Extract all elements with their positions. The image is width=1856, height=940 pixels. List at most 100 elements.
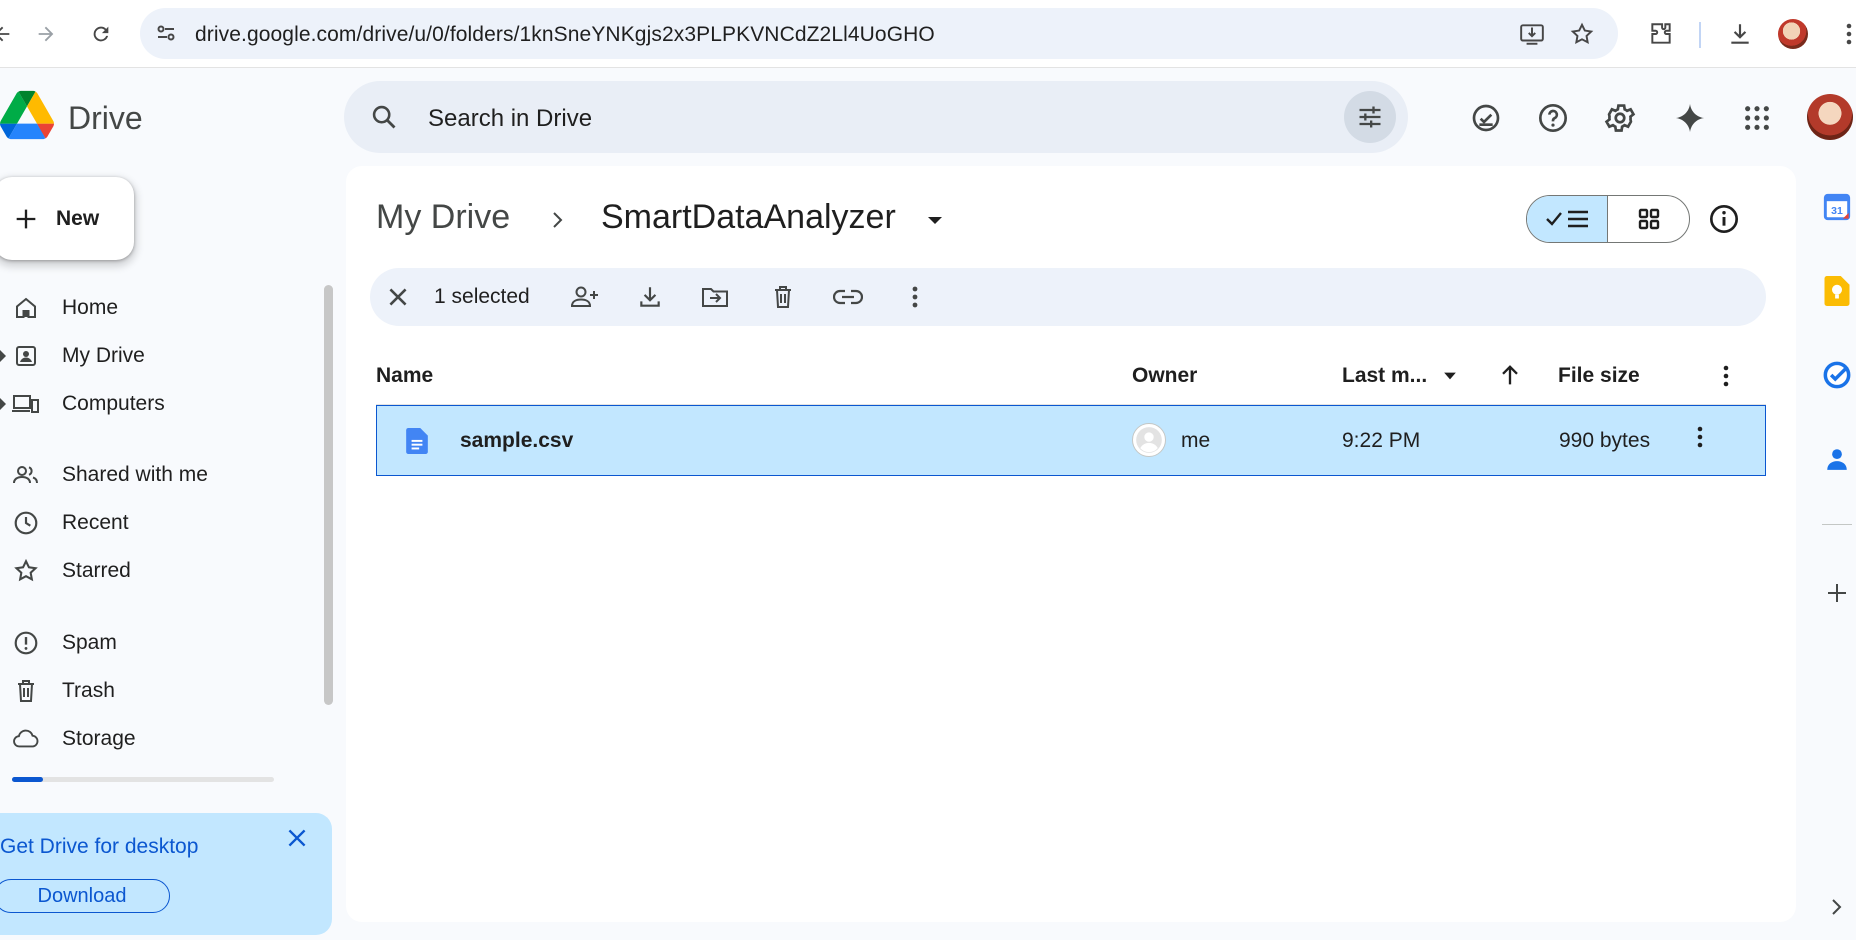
sidebar-item-label: My Drive <box>62 344 145 367</box>
selection-count: 1 selected <box>434 285 530 308</box>
chevron-right-icon <box>548 207 568 233</box>
promo-title: Get Drive for desktop <box>0 835 199 858</box>
file-size: 990 bytes <box>1559 429 1651 452</box>
sidebar-item-recent[interactable]: Recent <box>0 501 320 545</box>
storage-usage-fill <box>12 777 44 782</box>
column-header-last-modified[interactable]: Last m... <box>1342 364 1427 388</box>
table-row[interactable]: sample.csv me 9:22 PM 990 bytes <box>376 405 1766 476</box>
sidebar-item-storage[interactable]: Storage <box>0 717 320 761</box>
expand-caret-icon[interactable] <box>0 350 8 362</box>
tasks-icon[interactable] <box>1822 360 1852 390</box>
folder-menu-dropdown-icon[interactable] <box>923 208 947 232</box>
sidebar-item-starred[interactable]: Starred <box>0 549 320 593</box>
column-header-owner[interactable]: Owner <box>1132 364 1197 388</box>
sidebar-scrollbar[interactable] <box>324 285 333 705</box>
owner-avatar-icon <box>1132 423 1166 457</box>
search-bar[interactable]: Search in Drive <box>344 81 1408 153</box>
drive-logo-text[interactable]: Drive <box>68 100 143 137</box>
selection-action-bar: 1 selected <box>370 268 1766 326</box>
calendar-icon[interactable]: 31 <box>1822 192 1852 222</box>
browser-menu-icon[interactable] <box>1832 17 1856 51</box>
shared-people-icon <box>12 461 40 489</box>
copy-link-icon[interactable] <box>833 282 863 312</box>
sidebar-item-spam[interactable]: Spam <box>0 621 320 665</box>
contacts-icon[interactable] <box>1822 444 1852 474</box>
help-icon[interactable] <box>1533 98 1573 138</box>
sidebar-item-label: Recent <box>62 511 129 534</box>
extensions-icon[interactable] <box>1644 17 1678 51</box>
sort-field-dropdown-icon[interactable] <box>1440 366 1460 386</box>
row-more-actions-icon[interactable] <box>1697 426 1703 448</box>
svg-text:31: 31 <box>1831 205 1843 217</box>
account-avatar[interactable] <box>1807 94 1853 140</box>
toolbar-divider <box>1699 22 1701 48</box>
expand-side-panel-chevron-icon[interactable] <box>1822 892 1852 922</box>
sidebar-item-trash[interactable]: Trash <box>0 669 320 713</box>
keep-icon[interactable] <box>1822 276 1852 306</box>
side-panel-divider <box>1822 524 1852 525</box>
my-drive-icon <box>12 342 40 370</box>
clear-selection-icon[interactable] <box>384 283 412 311</box>
more-actions-icon[interactable] <box>900 282 930 312</box>
forward-icon[interactable] <box>30 18 62 50</box>
cloud-icon <box>12 725 40 753</box>
search-icon[interactable] <box>370 103 398 131</box>
sidebar-item-my-drive[interactable]: My Drive <box>0 334 320 378</box>
file-last-modified: 9:22 PM <box>1342 429 1421 452</box>
sidebar-item-label: Computers <box>62 392 165 415</box>
sort-direction-arrow-icon[interactable] <box>1496 361 1524 389</box>
sidebar-item-label: Spam <box>62 631 117 654</box>
download-icon[interactable] <box>635 282 665 312</box>
info-icon[interactable] <box>1708 203 1740 235</box>
trash-icon <box>12 677 40 705</box>
apps-grid-icon[interactable] <box>1737 98 1777 138</box>
file-owner: me <box>1181 429 1211 452</box>
desktop-promo-card: Get Drive for desktop Download <box>0 813 332 935</box>
downloads-icon[interactable] <box>1723 17 1757 51</box>
url-text[interactable]: drive.google.com/drive/u/0/folders/1knSn… <box>195 23 935 47</box>
trash-icon[interactable] <box>768 282 798 312</box>
get-add-ons-plus-icon[interactable] <box>1822 578 1852 608</box>
download-button[interactable]: Download <box>0 879 170 913</box>
search-input[interactable]: Search in Drive <box>428 105 592 133</box>
document-file-icon <box>406 428 428 454</box>
sidebar-item-label: Shared with me <box>62 463 208 486</box>
plus-icon <box>12 205 40 233</box>
new-button[interactable]: New <box>0 177 134 260</box>
search-options-icon[interactable] <box>1344 91 1396 143</box>
sidebar-item-computers[interactable]: Computers <box>0 382 320 426</box>
sidebar-item-label: Storage <box>62 727 136 750</box>
bookmark-star-icon[interactable] <box>1568 20 1596 48</box>
sidebar-item-home[interactable]: Home <box>0 286 320 330</box>
sidebar-item-label: Starred <box>62 559 131 582</box>
address-bar[interactable]: drive.google.com/drive/u/0/folders/1knSn… <box>140 8 1618 59</box>
list-view-button[interactable] <box>1527 196 1608 242</box>
expand-caret-icon[interactable] <box>0 398 8 410</box>
move-folder-icon[interactable] <box>700 282 730 312</box>
column-header-name[interactable]: Name <box>376 364 433 388</box>
file-name[interactable]: sample.csv <box>460 429 573 453</box>
gemini-sparkle-icon[interactable] <box>1670 98 1710 138</box>
star-icon <box>12 557 40 585</box>
site-info-icon[interactable] <box>154 21 178 45</box>
view-mode-toggle[interactable] <box>1526 195 1690 243</box>
close-icon[interactable] <box>284 825 310 851</box>
spam-icon <box>12 629 40 657</box>
install-app-icon[interactable] <box>1518 20 1546 48</box>
back-icon[interactable] <box>0 18 18 50</box>
reload-icon[interactable] <box>85 18 117 50</box>
sidebar-item-shared-with-me[interactable]: Shared with me <box>0 453 320 497</box>
settings-gear-icon[interactable] <box>1600 98 1640 138</box>
breadcrumb-my-drive[interactable]: My Drive <box>376 198 510 237</box>
drive-logo-icon[interactable] <box>0 90 54 140</box>
browser-toolbar: drive.google.com/drive/u/0/folders/1knSn… <box>0 0 1856 68</box>
breadcrumb-current-folder[interactable]: SmartDataAnalyzer <box>601 198 896 237</box>
grid-view-button[interactable] <box>1608 196 1689 242</box>
share-person-add-icon[interactable] <box>570 282 600 312</box>
ready-for-offline-icon[interactable] <box>1466 98 1506 138</box>
column-options-icon[interactable] <box>1723 365 1729 387</box>
browser-profile-avatar[interactable] <box>1778 19 1808 49</box>
column-header-file-size[interactable]: File size <box>1558 364 1640 388</box>
storage-usage-bar <box>12 777 274 782</box>
sidebar-item-label: Trash <box>62 679 115 702</box>
